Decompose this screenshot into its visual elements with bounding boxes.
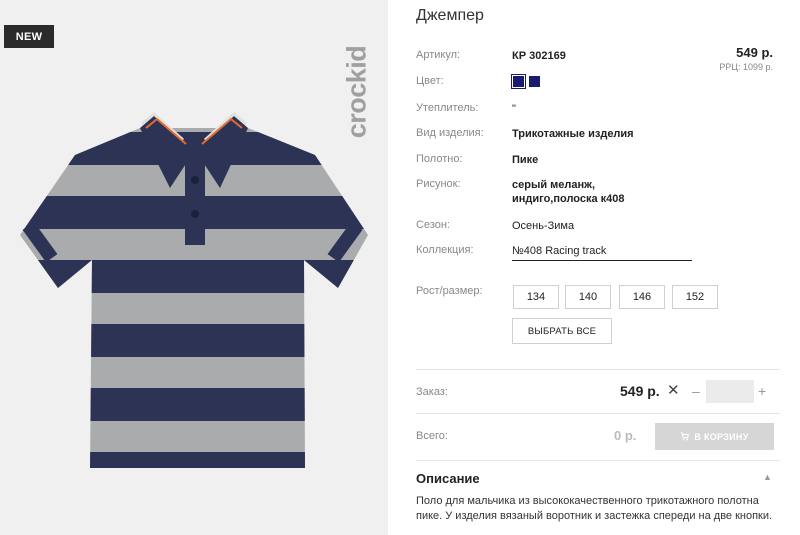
attr-value: серый меланж, индиго,полоска к408: [512, 179, 625, 205]
quantity-input[interactable]: [706, 380, 754, 403]
size-button-140[interactable]: 140: [565, 285, 611, 309]
description-text: Поло для мальчика из высококачественного…: [416, 495, 773, 522]
color-swatch-2[interactable]: [529, 76, 540, 87]
attr-label: Вид изделия:: [416, 127, 484, 139]
color-swatch-1[interactable]: [511, 74, 526, 89]
product-price: 549 р.: [736, 45, 773, 60]
attr-label: Полотно:: [416, 153, 463, 165]
divider: [416, 369, 780, 370]
minus-icon[interactable]: –: [692, 383, 700, 399]
new-badge: NEW: [4, 25, 54, 48]
attr-value: ": [512, 103, 516, 115]
divider: [416, 460, 780, 461]
times-icon: ✕: [667, 382, 680, 399]
product-rrp: РРЦ: 1099 р.: [719, 62, 773, 72]
order-price: 549 р.: [620, 383, 660, 399]
attr-label: Цвет:: [416, 75, 444, 87]
attr-value: КР 302169: [512, 50, 566, 62]
product-details: Джемпер Артикул: КР 302169 549 р. РРЦ: 1…: [416, 0, 780, 535]
total-price: 0 р.: [614, 428, 637, 443]
add-to-cart-button[interactable]: В КОРЗИНУ: [655, 423, 774, 450]
select-all-button[interactable]: ВЫБРАТЬ ВСЕ: [512, 318, 612, 344]
attr-label: Сезон:: [416, 219, 450, 231]
attr-label: Рисунок:: [416, 178, 461, 190]
attr-value: Осень-Зима: [512, 220, 575, 232]
attr-label: Артикул:: [416, 49, 461, 61]
sizes-label: Рост/размер:: [416, 285, 483, 297]
size-button-134[interactable]: 134: [513, 285, 559, 309]
attr-label: Коллекция:: [416, 244, 474, 256]
description-title[interactable]: Описание: [416, 471, 480, 486]
collection-link[interactable]: №408 Racing track: [512, 244, 692, 261]
order-label: Заказ:: [416, 386, 448, 398]
caret-up-icon[interactable]: ▲: [763, 472, 772, 482]
size-button-146[interactable]: 146: [619, 285, 665, 309]
attr-label: Утеплитель:: [416, 102, 479, 114]
product-photo[interactable]: [20, 110, 370, 480]
product-title: Джемпер: [416, 7, 484, 24]
total-label: Всего:: [416, 430, 448, 442]
attr-value: Пике: [512, 154, 539, 166]
attr-value: Трикотажные изделия: [512, 128, 634, 140]
plus-icon[interactable]: +: [758, 383, 766, 399]
size-button-152[interactable]: 152: [672, 285, 718, 309]
divider: [416, 413, 780, 414]
product-image-panel: NEW crockid: [0, 0, 388, 535]
cart-icon: [681, 432, 690, 441]
cart-button-label: В КОРЗИНУ: [694, 431, 749, 442]
